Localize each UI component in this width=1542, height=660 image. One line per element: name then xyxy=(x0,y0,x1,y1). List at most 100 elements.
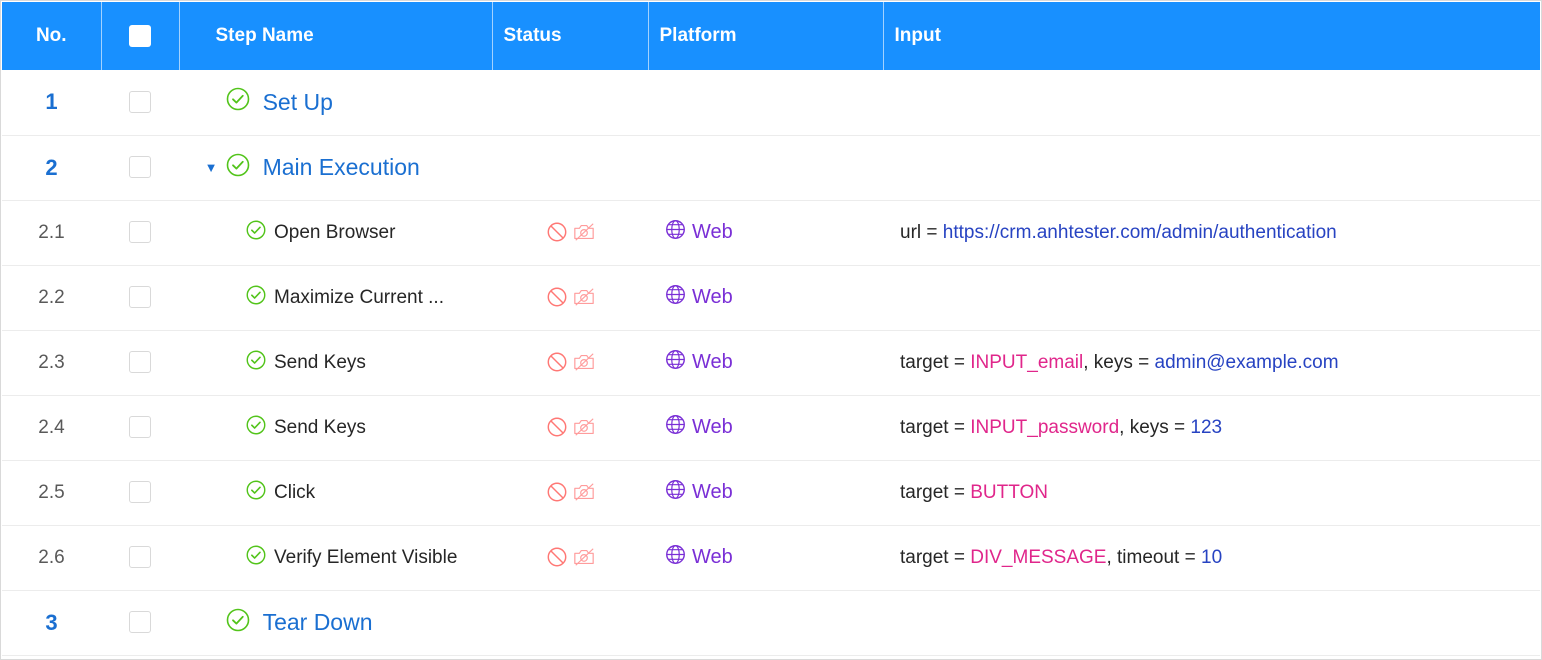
input-value: https://crm.anhtester.com/admin/authenti… xyxy=(942,221,1337,243)
globe-icon xyxy=(665,544,686,571)
select-all-checkbox[interactable] xyxy=(129,24,151,47)
globe-icon xyxy=(665,284,686,311)
step-name[interactable]: Maximize Current ... xyxy=(274,287,444,308)
row-checkbox[interactable] xyxy=(129,546,151,569)
header-input: Input xyxy=(883,2,1540,70)
camera-off-icon[interactable] xyxy=(572,481,596,503)
check-circle-icon xyxy=(246,285,266,311)
step-name[interactable]: Send Keys xyxy=(274,417,366,438)
input-value: 123 xyxy=(1190,416,1223,438)
input-cell[interactable]: target = INPUT_password, keys = 123 xyxy=(883,395,1540,461)
platform-label: Web xyxy=(692,546,733,568)
camera-off-icon[interactable] xyxy=(572,416,596,438)
input-key: , timeout = xyxy=(1106,546,1201,568)
header-status: Status xyxy=(492,2,649,70)
steps-table-panel: No. Step Name Status Platform Input 1 Se… xyxy=(0,0,1542,660)
row-checkbox[interactable] xyxy=(129,221,151,244)
step-row[interactable]: 2.1 Open Browser Web url = https://crm.anht… xyxy=(2,200,1540,266)
step-name[interactable]: Open Browser xyxy=(274,222,395,243)
header-select-all[interactable] xyxy=(101,2,180,70)
step-row[interactable]: 2.3 Send Keys Web target = INPUT_email, key… xyxy=(2,330,1540,396)
group-row[interactable]: 3 Tear Down xyxy=(2,590,1540,656)
group-name[interactable]: Tear Down xyxy=(263,609,373,635)
row-checkbox[interactable] xyxy=(129,351,151,374)
input-key: target = xyxy=(900,546,971,568)
check-circle-icon xyxy=(226,87,250,117)
input-target-value: INPUT_email xyxy=(970,351,1084,373)
row-checkbox[interactable] xyxy=(129,611,151,634)
steps-table: No. Step Name Status Platform Input 1 Se… xyxy=(2,2,1540,656)
header-step-name: Step Name xyxy=(179,2,493,70)
check-circle-icon xyxy=(246,220,266,246)
step-name[interactable]: Verify Element Visible xyxy=(274,547,457,568)
ban-icon[interactable] xyxy=(546,416,568,438)
ban-icon[interactable] xyxy=(546,286,568,308)
group-name[interactable]: Main Execution xyxy=(263,154,420,180)
step-name[interactable]: Send Keys xyxy=(274,352,366,373)
camera-off-icon[interactable] xyxy=(572,286,596,308)
row-checkbox[interactable] xyxy=(129,286,151,309)
check-circle-icon xyxy=(246,480,266,506)
header-platform: Platform xyxy=(648,2,884,70)
globe-icon xyxy=(665,219,686,246)
group-row[interactable]: 1 Set Up xyxy=(2,70,1540,136)
ban-icon[interactable] xyxy=(546,481,568,503)
input-cell[interactable]: url = https://crm.anhtester.com/admin/au… xyxy=(883,200,1540,266)
row-checkbox[interactable] xyxy=(129,481,151,504)
camera-off-icon[interactable] xyxy=(572,351,596,373)
group-number: 2 xyxy=(45,154,58,180)
input-key: , keys = xyxy=(1119,416,1191,438)
step-number: 2.5 xyxy=(38,481,65,503)
camera-off-icon[interactable] xyxy=(572,221,596,243)
check-circle-icon xyxy=(246,415,266,441)
group-name[interactable]: Set Up xyxy=(263,89,333,115)
ban-icon[interactable] xyxy=(546,546,568,568)
step-number: 2.4 xyxy=(38,416,65,438)
input-cell[interactable]: target = DIV_MESSAGE, timeout = 10 xyxy=(883,525,1540,591)
input-key: , keys = xyxy=(1083,351,1155,373)
input-cell[interactable] xyxy=(883,265,1540,331)
input-target-value: INPUT_password xyxy=(970,416,1120,438)
platform-label: Web xyxy=(692,416,733,438)
group-number: 1 xyxy=(45,89,58,115)
step-row[interactable]: 2.5 Click Web target = BUTTON xyxy=(2,460,1540,526)
group-number: 3 xyxy=(45,609,58,635)
platform-label: Web xyxy=(692,286,733,308)
input-key: target = xyxy=(900,481,971,503)
camera-off-icon[interactable] xyxy=(572,546,596,568)
caret-down-icon[interactable]: ▼ xyxy=(201,160,221,175)
globe-icon xyxy=(665,349,686,376)
step-name[interactable]: Click xyxy=(274,482,315,503)
input-target-value: DIV_MESSAGE xyxy=(970,546,1107,568)
input-value: admin@example.com xyxy=(1154,351,1339,373)
ban-icon[interactable] xyxy=(546,351,568,373)
step-row[interactable]: 2.6 Verify Element Visible Web target = DIV… xyxy=(2,525,1540,591)
step-number: 2.2 xyxy=(38,286,65,308)
check-circle-icon xyxy=(246,545,266,571)
group-row[interactable]: 2 ▼ Main Execution xyxy=(2,135,1540,201)
input-key: target = xyxy=(900,351,971,373)
input-key: url = xyxy=(900,221,943,243)
platform-label: Web xyxy=(692,481,733,503)
step-number: 2.1 xyxy=(38,221,65,243)
input-cell[interactable]: target = INPUT_email, keys = admin@examp… xyxy=(883,330,1540,396)
globe-icon xyxy=(665,414,686,441)
platform-label: Web xyxy=(692,221,733,243)
step-number: 2.3 xyxy=(38,351,65,373)
input-value: 10 xyxy=(1201,546,1223,568)
platform-label: Web xyxy=(692,351,733,373)
row-checkbox[interactable] xyxy=(129,416,151,439)
step-number: 2.6 xyxy=(38,546,65,568)
globe-icon xyxy=(665,479,686,506)
input-cell[interactable]: target = BUTTON xyxy=(883,460,1540,526)
row-checkbox[interactable] xyxy=(129,156,151,179)
step-row[interactable]: 2.4 Send Keys Web target = INPUT_password, … xyxy=(2,395,1540,461)
check-circle-icon xyxy=(226,608,250,638)
input-key: target = xyxy=(900,416,971,438)
table-header-row: No. Step Name Status Platform Input xyxy=(2,2,1540,70)
ban-icon[interactable] xyxy=(546,221,568,243)
check-circle-icon xyxy=(226,153,250,183)
step-row[interactable]: 2.2 Maximize Current ... Web xyxy=(2,265,1540,331)
row-checkbox[interactable] xyxy=(129,91,151,114)
check-circle-icon xyxy=(246,350,266,376)
